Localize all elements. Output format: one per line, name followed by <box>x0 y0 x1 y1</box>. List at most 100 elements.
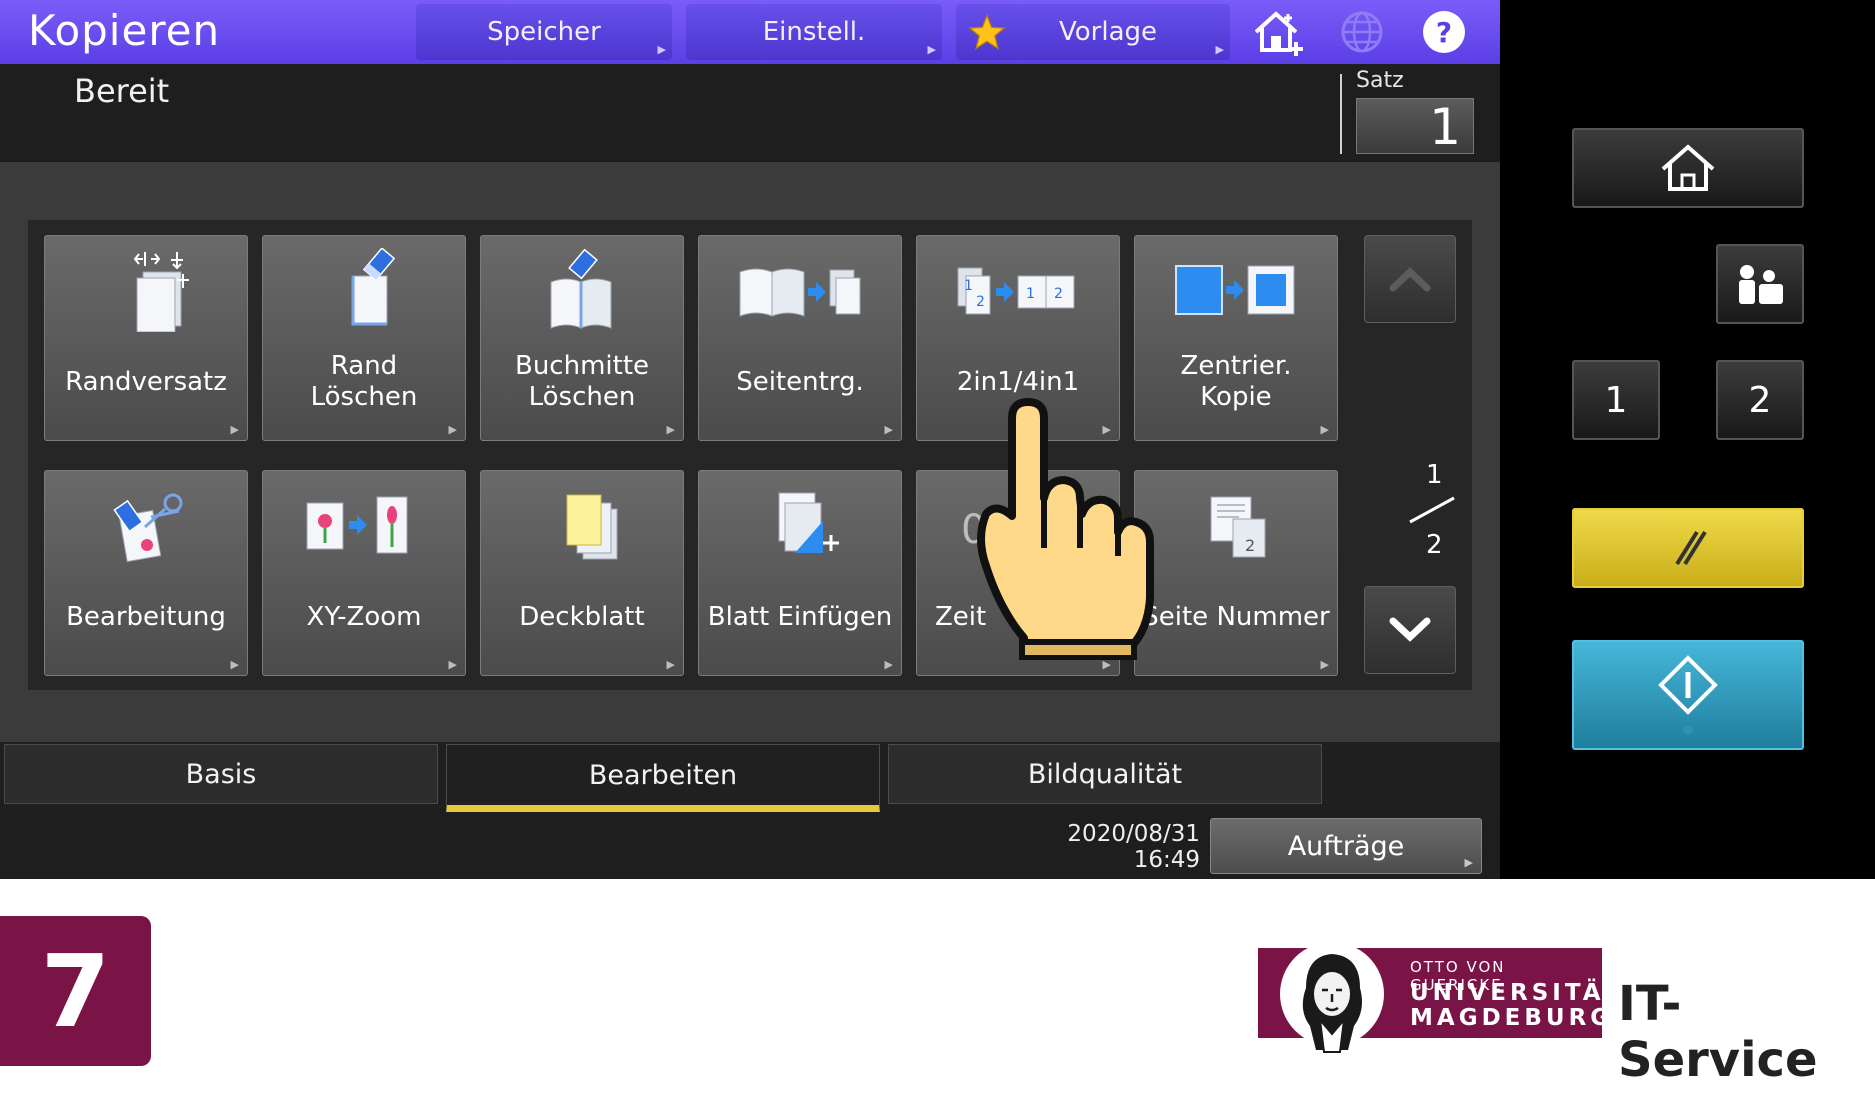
it-service-brand: IT-Service <box>1618 976 1818 1088</box>
tile-seite-nummer[interactable]: 1 2 Seite Nummer ▶ <box>1134 470 1338 676</box>
tile-label: Seite Nummer <box>1142 601 1330 632</box>
insert-sheet-icon <box>778 492 839 553</box>
chevron-up-icon <box>1389 267 1431 292</box>
tab-label: Bildqualität <box>1027 758 1183 790</box>
submenu-arrow-icon: ▶ <box>230 658 239 671</box>
status-text: Bereit <box>74 72 170 110</box>
function-area: Randversatz ▶ Rand Löschen ▶ Buchmitte L… <box>0 162 1500 742</box>
header-bar: Kopieren Speicher ▶ Einstell. ▶ Vorlage … <box>0 0 1500 64</box>
status-area: Bereit Satz 1 <box>0 64 1500 160</box>
svg-text:2: 2 <box>1245 536 1255 555</box>
hw-start-button[interactable] <box>1572 640 1804 750</box>
tile-deckblatt[interactable]: Deckblatt ▶ <box>480 470 684 676</box>
screenshot: Kopieren Speicher ▶ Einstell. ▶ Vorlage … <box>0 0 1875 1094</box>
einstell-button[interactable]: Einstell. ▶ <box>686 4 942 60</box>
submenu-arrow-icon: ▶ <box>666 658 675 671</box>
user-icon <box>1739 265 1783 304</box>
submenu-arrow-icon: ▶ <box>1464 856 1473 869</box>
hw-user-button[interactable] <box>1716 244 1804 324</box>
page-number-icon: 1 2 <box>1210 496 1266 558</box>
edit-icon <box>113 493 183 563</box>
logo-line-2: UNIVERSITÄT <box>1410 980 1623 1006</box>
submenu-arrow-icon: ▶ <box>1320 423 1329 436</box>
svg-text:2: 2 <box>1054 286 1063 302</box>
tab-bildqualitaet[interactable]: Bildqualität <box>888 744 1322 804</box>
page-split-icon <box>739 268 861 317</box>
tile-blatt-einfuegen[interactable]: Blatt Einfügen ▶ <box>698 470 902 676</box>
tile-buchmitte-loeschen[interactable]: Buchmitte Löschen ▶ <box>480 235 684 441</box>
tab-basis[interactable]: Basis <box>4 744 438 804</box>
submenu-arrow-icon: ▶ <box>230 423 239 436</box>
tile-zentrier-kopie[interactable]: Zentrier. Kopie ▶ <box>1134 235 1338 441</box>
scroll-up-button[interactable] <box>1364 235 1456 323</box>
satz-count[interactable]: 1 <box>1356 98 1474 155</box>
bottom-bar: 2020/08/31 16:49 Aufträge ▶ <box>0 812 1500 879</box>
edge-erase-icon <box>351 248 396 326</box>
tab-label: Bearbeiten <box>588 759 738 791</box>
tile-label: Blatt Einfügen <box>707 601 893 632</box>
hw-button-1-label: 1 <box>1604 379 1628 421</box>
chevron-down-icon <box>1389 617 1431 642</box>
tile-seitentrg[interactable]: Seitentrg. ▶ <box>698 235 902 441</box>
vorlage-button[interactable]: Vorlage ▶ <box>956 4 1230 60</box>
submenu-arrow-icon: ▶ <box>927 43 936 56</box>
tile-label: Buchmitte Löschen <box>514 351 650 412</box>
copier-touch-panel: Kopieren Speicher ▶ Einstell. ▶ Vorlage … <box>0 0 1500 879</box>
globe-icon[interactable] <box>1338 8 1386 56</box>
submenu-arrow-icon: ▶ <box>657 43 666 56</box>
tab-bearbeiten[interactable]: Bearbeiten <box>446 744 880 814</box>
app-title: Kopieren <box>28 6 221 55</box>
logo-line-3: MAGDEBURG <box>1410 1005 1614 1031</box>
tile-rand-loeschen[interactable]: Rand Löschen ▶ <box>262 235 466 441</box>
tile-label: Seitentrg. <box>736 366 864 397</box>
function-tile-grid: Randversatz ▶ Rand Löschen ▶ Buchmitte L… <box>28 220 1472 690</box>
help-icon[interactable]: ? <box>1420 8 1468 56</box>
jobs-label: Aufträge <box>1287 830 1405 862</box>
hardware-panel: 1 2 <box>1500 0 1875 879</box>
time-text: 16:49 <box>1133 847 1200 873</box>
speicher-button[interactable]: Speicher ▶ <box>416 4 672 60</box>
pointing-hand-icon <box>977 398 1154 660</box>
svg-text:1: 1 <box>1026 286 1035 302</box>
star-icon <box>968 14 1006 50</box>
hw-button-2-label: 2 <box>1748 379 1772 421</box>
2in1-icon: 1 2 1 2 <box>957 267 1075 315</box>
tile-label: Randversatz <box>65 366 227 397</box>
jobs-button[interactable]: Aufträge ▶ <box>1210 818 1482 874</box>
submenu-arrow-icon: ▶ <box>884 423 893 436</box>
speicher-label: Speicher <box>487 17 601 47</box>
page-indicator: 1 2 <box>1398 460 1474 570</box>
page-current: 1 <box>1426 460 1443 490</box>
svg-text:?: ? <box>1436 16 1452 49</box>
tile-label: Zentrier. Kopie <box>1180 351 1292 412</box>
tab-label: Basis <box>185 758 257 790</box>
hw-button-2[interactable]: 2 <box>1716 360 1804 440</box>
tile-label: Rand Löschen <box>310 351 418 412</box>
xy-zoom-icon <box>306 496 408 554</box>
tile-xy-zoom[interactable]: XY-Zoom ▶ <box>262 470 466 676</box>
page-total: 2 <box>1426 530 1443 560</box>
center-copy-icon <box>1175 265 1295 315</box>
university-logo: OTTO VON GUERICKE UNIVERSITÄT MAGDEBURG <box>1258 942 1618 1053</box>
submenu-arrow-icon: ▶ <box>1215 43 1224 56</box>
svg-text:1: 1 <box>964 278 973 294</box>
hw-reset-button[interactable] <box>1572 508 1804 588</box>
einstell-label: Einstell. <box>762 17 866 47</box>
start-icon <box>1658 655 1718 735</box>
tile-label: Bearbeitung <box>66 601 226 632</box>
guericke-portrait-icon <box>1280 942 1384 1053</box>
scroll-down-button[interactable] <box>1364 586 1456 674</box>
vorlage-label: Vorlage <box>1058 17 1158 47</box>
hw-button-1[interactable]: 1 <box>1572 360 1660 440</box>
submenu-arrow-icon: ▶ <box>448 658 457 671</box>
svg-text:2: 2 <box>976 294 985 310</box>
hw-home-button[interactable] <box>1572 128 1804 208</box>
margin-shift-icon <box>133 252 189 332</box>
tile-bearbeitung[interactable]: Bearbeitung ▶ <box>44 470 248 676</box>
tab-bar: Basis Bearbeiten Bildqualität <box>0 742 1500 814</box>
tile-randversatz[interactable]: Randversatz ▶ <box>44 235 248 441</box>
page-slash <box>1409 496 1455 524</box>
satz-label: Satz <box>1356 68 1404 93</box>
home-plus-icon[interactable] <box>1252 8 1308 56</box>
submenu-arrow-icon: ▶ <box>448 423 457 436</box>
